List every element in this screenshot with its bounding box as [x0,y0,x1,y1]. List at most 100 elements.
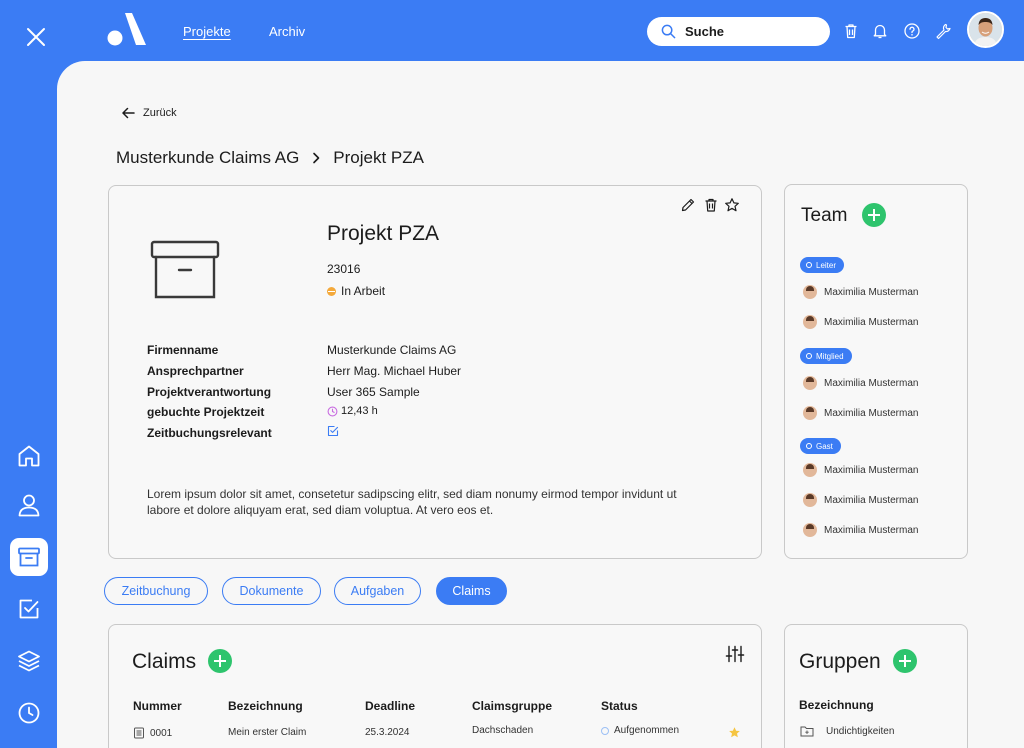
member-avatar [803,493,817,507]
member-name: Maximilia Musterman [824,524,919,536]
role-icon [806,443,812,449]
wrench-icon[interactable] [934,22,952,40]
role-badge-mitglied: Mitglied [800,348,852,364]
document-icon [134,727,144,739]
arrow-left-icon [122,107,135,119]
field-label-firmenname: Firmenname [147,343,219,357]
team-member[interactable]: Maximilia Musterman [803,523,918,537]
role-icon [806,262,812,268]
trash-icon[interactable] [842,22,860,40]
project-number: 23016 [327,262,361,276]
edit-icon[interactable] [680,197,696,213]
top-bar: Projekte Archiv Suche [0,0,1024,62]
col-header-claimsgruppe: Claimsgruppe [472,699,553,713]
cell-deadline: 25.3.2024 [365,727,410,738]
role-label: Mitglied [816,351,844,361]
star-outline-icon[interactable] [724,197,740,213]
delete-icon[interactable] [703,197,719,213]
search-icon [661,24,676,39]
role-label: Gast [816,441,833,451]
cell-bezeichnung[interactable]: Mein erster Claim [228,727,306,738]
cell-claimsgruppe: Dachschaden [472,725,534,736]
role-badge-leiter: Leiter [800,257,845,273]
field-label-ansprechpartner: Ansprechpartner [147,364,244,378]
user-icon[interactable] [16,492,42,518]
projektzeit-value: 12,43 h [341,405,378,417]
member-name: Maximilia Musterman [824,464,919,476]
cell-nummer[interactable]: 0001 [133,727,172,739]
search-input[interactable]: Suche [647,17,830,46]
field-label-zeitbuchungsrelevant: Zeitbuchungsrelevant [147,426,272,440]
member-name: Maximilia Musterman [824,286,919,298]
tab-aufgaben[interactable]: Aufgaben [334,577,421,605]
role-label: Leiter [816,260,837,270]
status-dot-icon [327,286,336,296]
breadcrumb: Musterkunde Claims AG Projekt PZA [116,148,424,168]
field-value-zeitbuchungsrelevant [327,425,339,437]
team-member[interactable]: Maximilia Musterman [803,493,918,507]
bell-icon[interactable] [871,22,889,40]
member-avatar [803,376,817,390]
project-title: Projekt PZA [327,222,440,245]
field-value-firmenname: Musterkunde Claims AG [327,343,457,357]
member-name: Maximilia Musterman [824,316,919,328]
help-icon[interactable] [903,22,921,40]
member-name: Maximilia Musterman [824,494,919,506]
team-member[interactable]: Maximilia Musterman [803,406,918,420]
archive-icon[interactable] [16,544,42,570]
member-avatar [803,463,817,477]
claim-status: Aufgenommen [614,725,680,736]
tab-zeitbuchung[interactable]: Zeitbuchung [104,577,208,605]
col-header-bezeichnung: Bezeichnung [228,699,303,713]
clock-icon[interactable] [16,700,42,726]
home-icon[interactable] [16,443,42,469]
claim-number: 0001 [150,727,173,739]
tab-dokumente[interactable]: Dokumente [222,577,321,605]
breadcrumb-item-project: Projekt PZA [333,148,424,167]
back-label: Zurück [143,107,177,119]
status-label: In Arbeit [341,284,386,298]
layers-icon[interactable] [16,648,42,674]
col-header-status: Status [601,699,638,713]
checkbox-icon[interactable] [16,596,42,622]
member-name: Maximilia Musterman [824,377,919,389]
checkbox-checked-icon [327,425,339,437]
field-label-projektverantwortung: Projektverantwortung [147,385,272,399]
field-value-projektverantwortung: User 365 Sample [327,385,420,399]
archive-box-icon [150,240,220,299]
status-badge: In Arbeit [327,284,385,298]
team-title: Team [801,205,848,226]
member-avatar [803,315,817,329]
col-header-nummer: Nummer [133,699,182,713]
cell-status: Aufgenommen [601,725,679,736]
team-member[interactable]: Maximilia Musterman [803,463,918,477]
nav-archiv[interactable]: Archiv [269,24,305,39]
tab-claims[interactable]: Claims [436,577,507,605]
nav-projekte[interactable]: Projekte [183,24,231,39]
team-member[interactable]: Maximilia Musterman [803,285,918,299]
member-avatar [803,406,817,420]
col-header-gruppen-bezeichnung: Bezeichnung [799,698,874,712]
filter-sliders-icon[interactable] [725,645,745,663]
search-placeholder: Suche [685,24,725,39]
folder-icon [800,726,814,737]
status-circle-icon [601,726,609,735]
team-member[interactable]: Maximilia Musterman [803,315,918,329]
add-team-member-button[interactable] [862,203,886,227]
claims-title: Claims [132,650,197,673]
group-row[interactable]: Undichtigkeiten [800,725,894,737]
app-logo[interactable] [106,11,148,47]
col-header-deadline: Deadline [365,699,416,713]
field-value-projektzeit: 12,43 h [327,405,378,417]
star-filled-icon[interactable] [728,726,741,739]
user-avatar[interactable] [967,11,1004,48]
close-icon[interactable] [24,25,48,49]
team-member[interactable]: Maximilia Musterman [803,376,918,390]
breadcrumb-item-customer[interactable]: Musterkunde Claims AG [116,148,299,168]
add-claim-button[interactable] [208,649,232,673]
back-link[interactable]: Zurück [121,107,177,119]
add-group-button[interactable] [893,649,917,673]
member-name: Maximilia Musterman [824,407,919,419]
gruppen-title: Gruppen [799,650,881,673]
time-icon [327,406,338,416]
